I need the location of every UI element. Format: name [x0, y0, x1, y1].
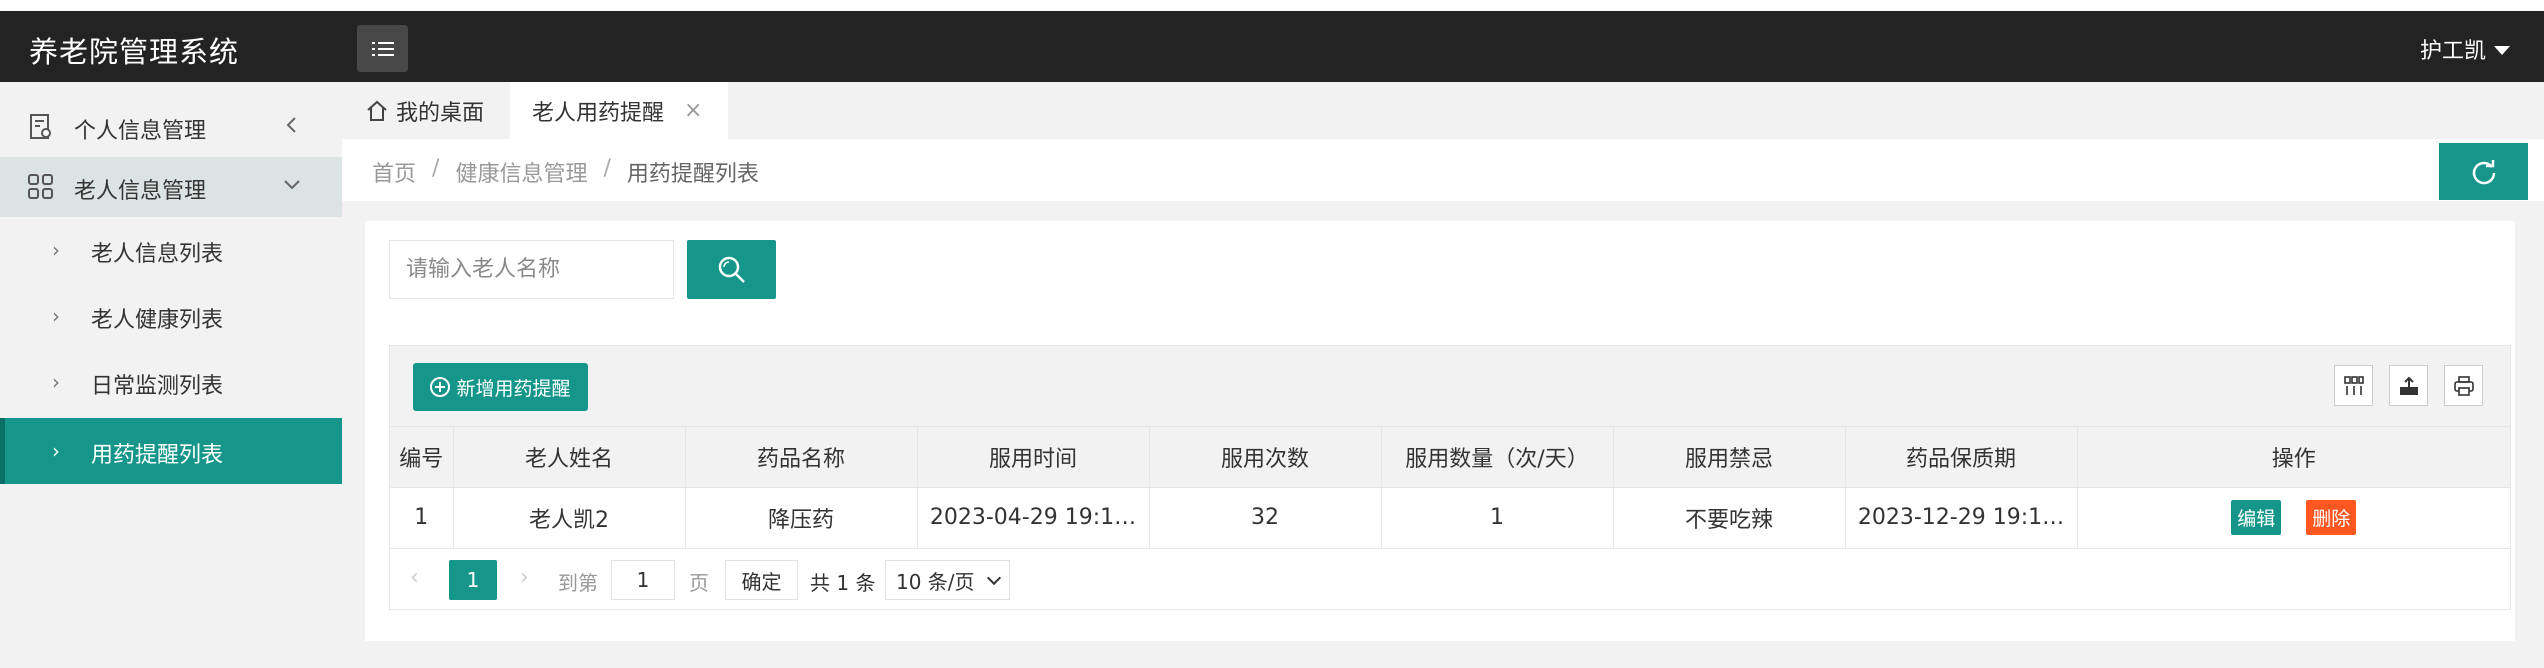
cell-id: 1: [390, 487, 454, 549]
breadcrumb: 首页 / 健康信息管理 / 用药提醒列表: [372, 156, 759, 188]
col-header-qty: 服用数量（次/天）: [1381, 427, 1614, 488]
home-icon: [367, 100, 387, 121]
tab-label: 我的桌面: [396, 100, 485, 126]
col-header-id: 编号: [390, 427, 454, 488]
delete-button[interactable]: 删除: [2306, 500, 2357, 535]
sidebar: 个人信息管理 老人信息管理 › 老人信息列表 › 老人健康列表 › 日常监测列表…: [0, 82, 342, 668]
print-button[interactable]: [2444, 365, 2483, 406]
export-button[interactable]: [2389, 365, 2428, 406]
breadcrumb-separator: /: [432, 156, 440, 181]
sidebar-item-medication-list[interactable]: › 用药提醒列表: [0, 418, 342, 484]
breadcrumb-current: 用药提醒列表: [626, 162, 759, 187]
table-toolbar: 新增用药提醒: [390, 346, 2510, 427]
sidebar-item-label: 老人信息列表: [91, 242, 224, 267]
add-medication-reminder-button[interactable]: 新增用药提醒: [413, 363, 588, 411]
chevron-right-icon[interactable]: ›: [520, 565, 529, 590]
col-header-expiry: 药品保质期: [1845, 427, 2078, 488]
sidebar-item-label: 日常监测列表: [91, 374, 224, 399]
cell-expiry: 2023-12-29 19:1…: [1845, 487, 2078, 549]
search-icon: [718, 256, 745, 283]
column-filter-button[interactable]: [2334, 365, 2373, 406]
grid-apps-icon: [28, 174, 53, 199]
refresh-icon: [2472, 159, 2495, 184]
chevron-right-icon: ›: [52, 370, 60, 394]
export-icon: [2399, 376, 2418, 395]
cell-time: 2023-04-29 19:1…: [917, 487, 1150, 549]
refresh-button[interactable]: [2439, 143, 2528, 200]
goto-page-input[interactable]: 1: [611, 560, 675, 600]
user-name: 护工凯: [2419, 39, 2486, 64]
chevron-down-icon: [986, 570, 1001, 585]
print-icon: [2453, 375, 2474, 396]
col-header-ops: 操作: [2077, 427, 2510, 488]
col-header-time: 服用时间: [917, 427, 1150, 488]
page-size-select[interactable]: 10 条/页: [885, 560, 1010, 600]
cell-elder: 老人凯2: [453, 487, 686, 549]
sidebar-group-label: 个人信息管理: [74, 119, 207, 144]
col-header-taboo: 服用禁忌: [1613, 427, 1846, 488]
edit-button[interactable]: 编辑: [2231, 500, 2282, 535]
col-header-elder: 老人姓名: [453, 427, 686, 488]
chevron-down-icon: [284, 180, 300, 190]
sidebar-item-label: 老人健康列表: [91, 308, 224, 333]
cell-times: 32: [1149, 487, 1382, 549]
add-button-label: 新增用药提醒: [456, 377, 571, 400]
total-count: 共 1 条: [810, 571, 876, 595]
tab-bar: 我的桌面 老人用药提醒 ×: [342, 82, 2544, 139]
data-table-panel: 新增用药提醒 编号 老人姓名 药品名称 服用时间 服用次数 服用数量（次/天） …: [389, 345, 2511, 610]
cell-drug: 降压药: [685, 487, 918, 549]
table-header-row: 编号 老人姓名 药品名称 服用时间 服用次数 服用数量（次/天） 服用禁忌 药品…: [390, 427, 2510, 488]
pagination: ‹ 1 › 到第 1 页 确定 共 1 条 10 条/页: [390, 549, 2510, 609]
top-header: 养老院管理系统 护工凯: [0, 11, 2544, 82]
profile-doc-icon: [30, 114, 51, 139]
col-header-times: 服用次数: [1149, 427, 1382, 488]
columns-icon: [2343, 375, 2364, 395]
tab-medication-reminder[interactable]: 老人用药提醒 ×: [510, 82, 728, 139]
chevron-right-icon: ›: [52, 439, 60, 463]
col-header-drug: 药品名称: [685, 427, 918, 488]
tab-label: 老人用药提醒: [532, 100, 665, 126]
sidebar-item-health-list[interactable]: › 老人健康列表: [0, 283, 342, 349]
chevron-right-icon: ›: [52, 304, 60, 328]
table-row: 1 老人凯2 降压药 2023-04-29 19:1… 32 1 不要吃辣 20…: [390, 487, 2510, 549]
goto-label: 到第: [558, 571, 598, 595]
app-title: 养老院管理系统: [29, 35, 240, 69]
elder-name-search-input[interactable]: [389, 240, 674, 299]
sidebar-item-elder-list[interactable]: › 老人信息列表: [0, 217, 342, 283]
chevron-right-icon: ›: [52, 238, 60, 262]
sidebar-group-elder[interactable]: 老人信息管理: [0, 157, 342, 217]
chevron-left-icon[interactable]: ‹: [410, 565, 419, 590]
breadcrumb-home[interactable]: 首页: [372, 156, 416, 188]
sidebar-item-monitor-list[interactable]: › 日常监测列表: [0, 349, 342, 415]
user-menu[interactable]: 护工凯: [2420, 33, 2510, 65]
goto-confirm-button[interactable]: 确定: [725, 560, 798, 600]
chevron-left-icon: [286, 117, 296, 133]
page-size-value: 10 条/页: [896, 569, 975, 594]
cell-qty: 1: [1381, 487, 1614, 549]
sidebar-group-personal[interactable]: 个人信息管理: [0, 97, 342, 157]
breadcrumb-bar: 首页 / 健康信息管理 / 用药提醒列表: [342, 139, 2544, 201]
caret-down-icon: [2494, 45, 2510, 55]
medication-reminder-table: 编号 老人姓名 药品名称 服用时间 服用次数 服用数量（次/天） 服用禁忌 药品…: [390, 427, 2510, 549]
tab-home[interactable]: 我的桌面: [342, 82, 507, 139]
search-button[interactable]: [687, 240, 776, 299]
menu-toggle-button[interactable]: [357, 25, 408, 72]
close-icon[interactable]: ×: [684, 98, 702, 123]
cell-ops: 编辑 删除: [2077, 487, 2510, 549]
plus-circle-icon: [430, 377, 451, 397]
cell-taboo: 不要吃辣: [1613, 487, 1846, 549]
page-suffix-label: 页: [689, 571, 709, 595]
sidebar-item-label: 用药提醒列表: [91, 443, 224, 468]
sidebar-group-label: 老人信息管理: [74, 179, 207, 204]
page-number-current[interactable]: 1: [449, 560, 497, 600]
menu-list-icon: [371, 41, 394, 56]
breadcrumb-section[interactable]: 健康信息管理: [455, 156, 587, 188]
breadcrumb-separator: /: [603, 156, 611, 181]
